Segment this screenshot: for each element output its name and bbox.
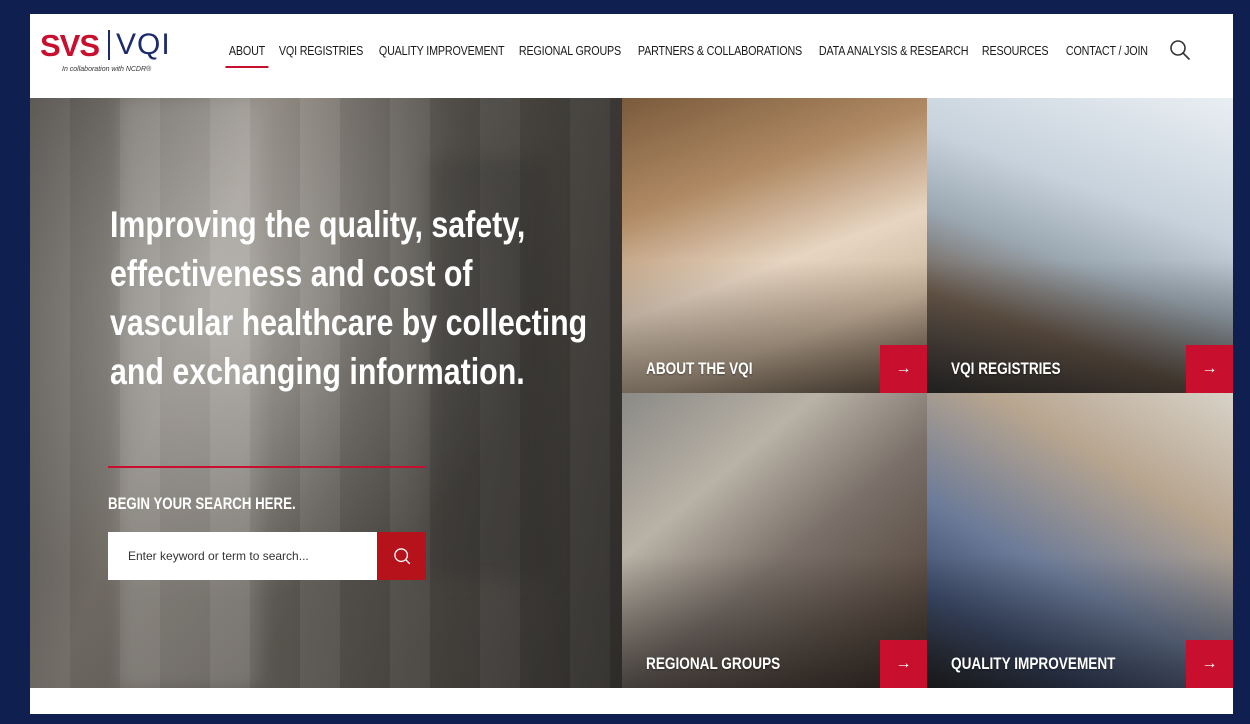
browser-frame: SVS VQI In collaboration with NCDR® ABOU… [30, 14, 1233, 714]
arrow-right-icon[interactable]: → [1186, 640, 1233, 688]
hero-headline: Improving the quality, safety, effective… [110, 204, 588, 392]
arrow-right-icon[interactable]: → [880, 640, 927, 688]
tile-regional-groups[interactable]: REGIONAL GROUPS → [622, 393, 927, 688]
tile-quality-improvement[interactable]: QUALITY IMPROVEMENT → [927, 393, 1233, 688]
page-bottom-strip [30, 688, 1233, 714]
tile-label: VQI REGISTRIES [951, 359, 1061, 378]
search-icon [393, 548, 410, 565]
hero-search-button[interactable] [377, 532, 426, 580]
nav-item-regional-groups[interactable]: REGIONAL GROUPS [512, 44, 628, 58]
hero-search-input[interactable] [108, 532, 378, 580]
main-nav: ABOUT VQI REGISTRIES QUALITY IMPROVEMENT… [222, 44, 1170, 68]
search-icon [1170, 40, 1190, 60]
tile-about-the-vqi[interactable]: ABOUT THE VQI → [622, 98, 927, 393]
nav-item-vqi-registries[interactable]: VQI REGISTRIES [272, 44, 370, 58]
nav-item-resources[interactable]: RESOURCES [975, 44, 1055, 58]
logo-vqi: VQI [116, 28, 171, 61]
arrow-right-icon[interactable]: → [1186, 345, 1233, 393]
header-search-icon[interactable] [1168, 38, 1192, 62]
hero-search-label: BEGIN YOUR SEARCH HERE. [108, 494, 296, 513]
logo-tagline: In collaboration with NCDR® [62, 66, 152, 73]
tile-label: ABOUT THE VQI [646, 359, 753, 378]
tile-label: REGIONAL GROUPS [646, 654, 781, 673]
hero-divider [108, 466, 426, 468]
nav-item-quality-improvement[interactable]: QUALITY IMPROVEMENT [372, 44, 511, 58]
logo-svs: SVS [40, 28, 100, 63]
tile-label: QUALITY IMPROVEMENT [951, 654, 1116, 673]
nav-item-partners-collaborations[interactable]: PARTNERS & COLLABORATIONS [631, 44, 809, 58]
site-logo[interactable]: SVS VQI In collaboration with NCDR® [40, 28, 180, 88]
hero-section: Improving the quality, safety, effective… [30, 98, 622, 688]
site-header: SVS VQI In collaboration with NCDR® ABOU… [30, 14, 1233, 98]
arrow-right-icon[interactable]: → [880, 345, 927, 393]
nav-item-contact-join[interactable]: CONTACT / JOIN [1059, 44, 1155, 58]
logo-divider [108, 30, 110, 60]
nav-item-data-analysis-research[interactable]: DATA ANALYSIS & RESEARCH [812, 44, 975, 58]
nav-item-about[interactable]: ABOUT [222, 44, 272, 68]
tile-vqi-registries[interactable]: VQI REGISTRIES → [927, 98, 1233, 393]
